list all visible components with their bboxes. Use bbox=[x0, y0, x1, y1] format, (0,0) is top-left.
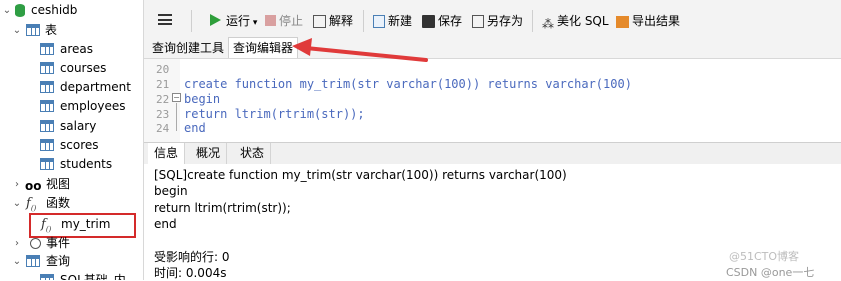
table-label: scores bbox=[60, 138, 99, 152]
clock-icon bbox=[30, 238, 41, 249]
tab-status[interactable]: 状态 bbox=[234, 143, 272, 164]
queries-group-label: 查询 bbox=[46, 254, 71, 268]
table-label: courses bbox=[60, 61, 107, 75]
fold-toggle-icon[interactable]: − bbox=[172, 93, 181, 102]
table-label: salary bbox=[60, 119, 97, 133]
object-tree: ⌄ ceshidb ⌄ 表 areas courses department e… bbox=[0, 0, 144, 280]
views-group-label: 视图 bbox=[46, 177, 71, 191]
table-icon bbox=[40, 158, 54, 170]
watermark: @51CTO博客 bbox=[729, 250, 800, 263]
chevron-right-icon[interactable]: › bbox=[12, 175, 22, 194]
editor-tabs: 查询创建工具 查询编辑器 bbox=[144, 37, 841, 59]
query-label: SQL基础_内 bbox=[60, 273, 126, 280]
magic-wand-icon: ⁂ bbox=[542, 17, 554, 31]
menu-icon[interactable] bbox=[158, 14, 172, 25]
chevron-down-icon[interactable]: ⌄ bbox=[12, 194, 22, 213]
save-as-label: 另存为 bbox=[487, 14, 524, 28]
affected-rows: 受影响的行: 0 bbox=[154, 250, 230, 264]
beautify-label: 美化 SQL bbox=[557, 14, 609, 28]
tables-group-label: 表 bbox=[45, 23, 58, 37]
table-icon bbox=[40, 81, 54, 93]
explain-icon bbox=[313, 15, 326, 28]
code-line: begin bbox=[184, 92, 221, 106]
export-results-button[interactable]: 导出结果 bbox=[616, 12, 680, 30]
explain-label: 解释 bbox=[329, 14, 354, 28]
chevron-down-icon[interactable]: ⌄ bbox=[12, 252, 22, 271]
line-number: 23 bbox=[156, 108, 170, 121]
annotation-arrow-icon bbox=[292, 38, 428, 62]
chevron-down-icon: ▾ bbox=[250, 18, 258, 28]
toolbar: 运行 ▾ 停止 解释 新建 保存 另存为 ⁂ 美化 SQL 导出结果 bbox=[144, 0, 841, 41]
export-label: 导出结果 bbox=[632, 14, 681, 28]
elapsed-time: 时间: 0.004s bbox=[154, 266, 227, 280]
table-label: areas bbox=[60, 42, 94, 56]
save-icon bbox=[422, 15, 435, 28]
message-line: [SQL]create function my_trim(str varchar… bbox=[154, 168, 567, 182]
watermark: CSDN @one一七 bbox=[726, 266, 815, 279]
export-icon bbox=[616, 16, 629, 28]
chevron-right-icon[interactable]: › bbox=[12, 234, 22, 253]
line-number: 20 bbox=[156, 63, 170, 76]
table-icon bbox=[40, 100, 54, 112]
line-number: 22 bbox=[156, 93, 170, 106]
stop-icon bbox=[265, 15, 276, 26]
table-icon bbox=[40, 120, 54, 132]
code-line: create function my_trim(str varchar(100)… bbox=[184, 77, 632, 91]
functions-group-label: 函数 bbox=[46, 196, 71, 210]
table-label: students bbox=[60, 157, 113, 171]
run-button[interactable]: 运行 ▾ bbox=[210, 12, 257, 30]
fold-guide bbox=[176, 103, 177, 131]
query-icon bbox=[40, 274, 54, 280]
table-label: employees bbox=[60, 99, 126, 113]
beautify-sql-button[interactable]: ⁂ 美化 SQL bbox=[542, 12, 609, 31]
query-icon bbox=[26, 255, 40, 267]
play-icon bbox=[210, 14, 221, 26]
stop-label: 停止 bbox=[279, 14, 304, 28]
code-line: end bbox=[184, 121, 206, 135]
database-icon bbox=[15, 4, 25, 17]
tab-query-editor[interactable]: 查询编辑器 bbox=[228, 37, 299, 59]
new-label: 新建 bbox=[388, 14, 413, 28]
new-query-icon bbox=[373, 15, 385, 28]
line-number: 24 bbox=[156, 122, 170, 135]
tab-profile[interactable]: 概况 bbox=[190, 143, 228, 164]
table-label: department bbox=[60, 80, 131, 94]
db-label: ceshidb bbox=[31, 3, 78, 17]
message-line: return ltrim(rtrim(str)); bbox=[154, 201, 291, 215]
save-label: 保存 bbox=[438, 14, 463, 28]
tab-query-builder[interactable]: 查询创建工具 bbox=[148, 38, 228, 58]
chevron-down-icon[interactable]: ⌄ bbox=[2, 1, 12, 20]
events-group-label: 事件 bbox=[46, 236, 71, 250]
chevron-down-icon[interactable]: ⌄ bbox=[12, 21, 22, 40]
table-group-icon bbox=[26, 24, 40, 36]
toolbar-divider bbox=[191, 10, 192, 32]
code-line: return ltrim(rtrim(str)); bbox=[184, 107, 365, 121]
sql-editor[interactable]: 20 21 22 23 24 − create function my_trim… bbox=[144, 58, 841, 143]
message-line: begin bbox=[154, 184, 188, 198]
table-icon bbox=[40, 62, 54, 74]
tab-info[interactable]: 信息 bbox=[148, 143, 186, 164]
message-panel: [SQL]create function my_trim(str varchar… bbox=[144, 164, 841, 280]
table-icon bbox=[40, 43, 54, 55]
run-label: 运行 bbox=[226, 14, 251, 28]
function-icon: f() bbox=[26, 196, 37, 213]
result-tabs: 信息 概况 状态 bbox=[144, 142, 841, 165]
toolbar-divider bbox=[532, 10, 533, 32]
line-number: 21 bbox=[156, 78, 170, 91]
save-as-button[interactable]: 另存为 bbox=[472, 12, 523, 30]
save-as-icon bbox=[472, 15, 484, 28]
table-icon bbox=[40, 139, 54, 151]
glasses-icon: oo bbox=[25, 179, 42, 193]
message-line: end bbox=[154, 217, 177, 231]
